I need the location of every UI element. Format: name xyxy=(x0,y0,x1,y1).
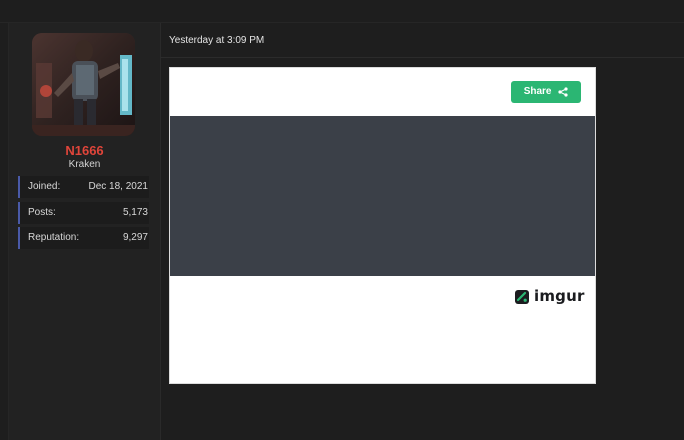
share-button-label: Share xyxy=(523,86,552,97)
imgur-logo-icon xyxy=(515,290,529,304)
embed-media-placeholder[interactable] xyxy=(170,116,595,276)
user-title: Kraken xyxy=(68,159,101,170)
stat-posts: Posts: 5,173 xyxy=(18,202,149,224)
stat-label: Reputation: xyxy=(28,232,80,243)
share-button[interactable]: Share xyxy=(511,81,581,103)
post-header: Yesterday at 3:09 PM xyxy=(160,23,684,58)
post-timestamp[interactable]: Yesterday at 3:09 PM xyxy=(169,35,264,46)
imgur-embed: Share imgur xyxy=(169,67,596,384)
stat-reputation: Reputation: 9,297 xyxy=(18,227,149,249)
imgur-logo[interactable]: imgur xyxy=(515,287,585,306)
user-info-panel: N1666 Kraken Joined: Dec 18, 2021 Posts:… xyxy=(8,23,169,440)
stat-label: Joined: xyxy=(28,181,61,192)
imgur-wordmark: imgur xyxy=(534,287,585,305)
stat-value: 5,173 xyxy=(122,207,148,218)
avatar-image xyxy=(32,33,135,136)
stat-joined: Joined: Dec 18, 2021 xyxy=(18,176,149,198)
username[interactable]: N1666 xyxy=(9,143,160,158)
top-strip xyxy=(0,0,684,22)
share-icon xyxy=(558,87,568,97)
stat-value: Dec 18, 2021 xyxy=(88,181,149,192)
stat-value: 9,297 xyxy=(122,232,148,243)
avatar[interactable] xyxy=(32,33,135,136)
stat-label: Posts: xyxy=(28,207,56,218)
